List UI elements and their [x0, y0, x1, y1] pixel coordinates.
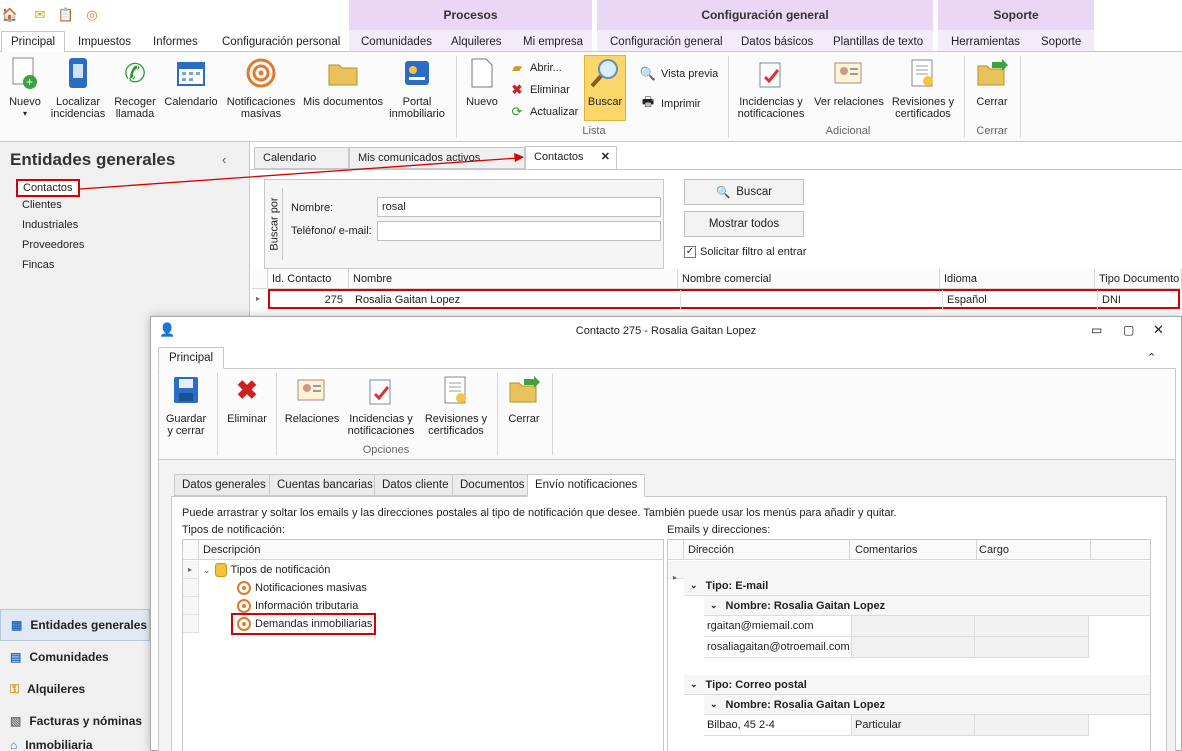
revis-popup-label-2: certificados	[428, 425, 484, 437]
highlight-box	[231, 613, 376, 635]
relaciones-label: Relaciones	[284, 413, 340, 425]
row-header	[183, 597, 199, 615]
ribbon-separator	[217, 373, 218, 455]
subgroup-label: Nombre: Rosalia Gaitan Lopez	[725, 698, 886, 711]
row-indicator-icon: ▸	[188, 565, 193, 574]
comentarios-cell[interactable]: Particular	[852, 715, 975, 736]
tree-node-notificaciones-masivas[interactable]: Notificaciones masivas	[237, 579, 367, 597]
row-indicator-icon: ▸	[673, 573, 678, 582]
instructions-text: Puede arrastrar y soltar los emails y la…	[182, 507, 897, 519]
email-cell[interactable]: rgaitan@miemail.com	[704, 616, 852, 637]
collapse-chevron-icon[interactable]: ⌄	[710, 600, 718, 611]
checklist-icon	[364, 373, 398, 407]
ribbon-separator	[276, 373, 277, 455]
guardar-cerrar-button[interactable]: Guardar y cerrar	[161, 373, 211, 437]
popup-tab-principal[interactable]: Principal	[158, 347, 225, 369]
id-card-icon	[295, 373, 329, 407]
tree-node-label: Notificaciones masivas	[255, 582, 367, 594]
incid-popup-label-2: notificaciones	[347, 425, 415, 437]
ribbon-separator	[497, 373, 498, 455]
subgroup-row-nombre[interactable]: ⌄ Nombre: Rosalia Gaitan Lopez	[704, 596, 1150, 616]
popup-ribbon: Guardar y cerrar ✖ Eliminar Relaciones I…	[158, 368, 1176, 460]
exit-folder-icon	[507, 373, 541, 407]
contact-window: 👤 Contacto 275 - Rosalia Gaitan Lopez ▭ …	[150, 316, 1182, 751]
revisiones-popup-button[interactable]: Revisiones y certificados	[421, 373, 491, 437]
database-icon	[214, 563, 227, 577]
tab-datos-generales[interactable]: Datos generales	[174, 474, 274, 496]
revis-popup-label-1: Revisiones y	[424, 413, 488, 425]
col-cargo[interactable]: Cargo	[979, 540, 1091, 560]
tree-header-descripcion[interactable]: Descripción	[203, 540, 260, 560]
emails-label: Emails y direcciones:	[667, 524, 771, 536]
delete-x-icon: ✖	[236, 375, 258, 405]
eliminar-popup-button[interactable]: ✖ Eliminar	[221, 373, 273, 425]
guardar-label-1: Guardar	[165, 413, 207, 425]
tab-cuentas-bancarias[interactable]: Cuentas bancarias	[269, 474, 381, 496]
cerrar-popup-label: Cerrar	[508, 413, 540, 425]
tab-documentos[interactable]: Documentos	[452, 474, 533, 496]
group-row-email[interactable]: ⌄ Tipo: E-mail	[684, 576, 1150, 596]
window-title: Contacto 275 - Rosalia Gaitan Lopez	[575, 325, 757, 337]
guardar-label-2: y cerrar	[167, 425, 205, 437]
popup-body: Datos generales Cuentas bancarias Datos …	[158, 460, 1176, 751]
broadcast-icon	[237, 581, 251, 595]
certificate-icon	[439, 373, 473, 407]
comentarios-cell[interactable]	[852, 616, 975, 637]
group-label-opciones: Opciones	[362, 444, 410, 456]
incidencias-popup-button[interactable]: Incidencias y notificaciones	[345, 373, 417, 437]
emails-header: Dirección Comentarios Cargo	[668, 540, 1150, 560]
group-row-postal[interactable]: ⌄ Tipo: Correo postal	[684, 675, 1150, 695]
tipos-tree: Descripción ▸ ⌄ Tipos de notificación No…	[182, 539, 664, 751]
comentarios-cell[interactable]	[852, 637, 975, 658]
collapse-chevron-icon[interactable]: ⌄	[690, 580, 698, 591]
eliminar-popup-label: Eliminar	[227, 413, 267, 425]
tab-envio-notificaciones[interactable]: Envío notificaciones	[527, 474, 646, 497]
emails-header-corner	[668, 540, 684, 560]
collapse-chevron-icon[interactable]: ⌄	[710, 699, 718, 710]
cargo-cell[interactable]	[975, 715, 1089, 736]
emails-grid: Dirección Comentarios Cargo ▸ ⌄ Tipo: E-…	[667, 539, 1151, 751]
broadcast-icon	[237, 599, 251, 613]
tipos-label: Tipos de notificación:	[182, 524, 285, 536]
direccion-cell[interactable]: Bilbao, 45 2-4	[704, 715, 852, 736]
collapse-ribbon-icon[interactable]: ⌃	[1147, 351, 1156, 364]
close-window-icon[interactable]: ✕	[1153, 322, 1164, 338]
relaciones-button[interactable]: Relaciones	[281, 373, 343, 425]
row-header	[183, 615, 199, 633]
floppy-disk-icon	[169, 373, 203, 407]
group-email-label: Tipo: E-mail	[705, 579, 769, 592]
window-titlebar: 👤 Contacto 275 - Rosalia Gaitan Lopez ▭ …	[151, 317, 1181, 345]
col-comentarios[interactable]: Comentarios	[855, 540, 977, 560]
tree-header-corner	[183, 540, 199, 560]
cargo-cell[interactable]	[975, 616, 1089, 637]
collapse-chevron-icon[interactable]: ⌄	[690, 679, 698, 690]
cerrar-popup-button[interactable]: Cerrar	[501, 373, 547, 425]
tree-root-label: Tipos de notificación	[230, 564, 331, 576]
expand-chevron-icon[interactable]: ⌄	[203, 565, 211, 576]
tree-root[interactable]: ⌄ Tipos de notificación	[203, 561, 330, 579]
tab-datos-cliente[interactable]: Datos cliente	[374, 474, 457, 496]
col-direccion[interactable]: Dirección	[688, 540, 850, 560]
group-postal-label: Tipo: Correo postal	[705, 678, 807, 691]
minimize-icon[interactable]: ▭	[1091, 323, 1102, 337]
email-cell[interactable]: rosaliagaitan@otroemail.com	[704, 637, 852, 658]
maximize-icon[interactable]: ▢	[1123, 323, 1134, 337]
ribbon-separator	[552, 373, 553, 455]
tree-node-label: Información tributaria	[255, 600, 359, 612]
cargo-cell[interactable]	[975, 637, 1089, 658]
row-header	[183, 579, 199, 597]
envio-notificaciones-panel: Puede arrastrar y soltar los emails y la…	[171, 496, 1167, 751]
subgroup-label: Nombre: Rosalia Gaitan Lopez	[725, 599, 886, 612]
incid-popup-label-1: Incidencias y	[349, 413, 413, 425]
tree-header: Descripción	[183, 540, 663, 560]
subgroup-row-nombre-postal[interactable]: ⌄ Nombre: Rosalia Gaitan Lopez	[704, 695, 1150, 715]
